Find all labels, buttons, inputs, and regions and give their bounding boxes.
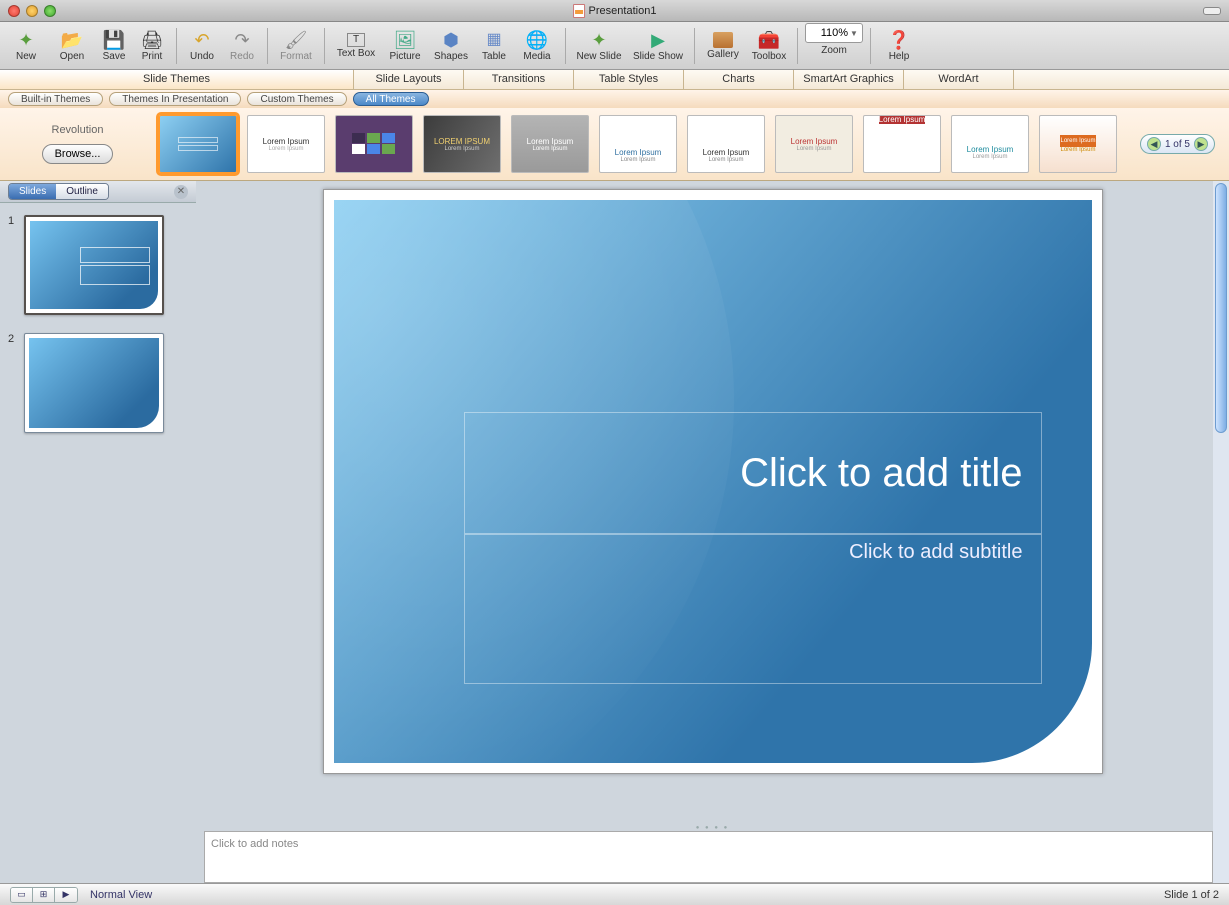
chevron-down-icon[interactable]: ▼: [848, 29, 860, 38]
zoom-window-button[interactable]: [44, 5, 56, 17]
slides-tab[interactable]: Slides: [9, 184, 56, 199]
shapes-button[interactable]: ⬢Shapes: [429, 24, 473, 68]
subtitle-placeholder[interactable]: Click to add subtitle: [464, 534, 1042, 684]
pager-next-icon[interactable]: ▶: [1194, 137, 1208, 151]
browse-button[interactable]: Browse...: [42, 144, 114, 164]
slideshow-view-button[interactable]: ▶: [55, 888, 77, 902]
slide-thumbnail-2[interactable]: 2: [8, 333, 188, 433]
tab-wordart[interactable]: WordArt: [904, 70, 1014, 89]
new-icon: ✦: [18, 30, 33, 50]
picture-button[interactable]: 🖼Picture: [383, 24, 427, 68]
sorter-view-button[interactable]: ⊞: [33, 888, 55, 902]
main-toolbar: ✦New 📂Open 💾Save 🖨Print ↶Undo ↷Redo 🖌For…: [0, 22, 1229, 70]
help-button[interactable]: ❓Help: [877, 24, 921, 68]
slide-panel: Slides Outline ✕ 1 2: [0, 181, 196, 883]
undo-button[interactable]: ↶Undo: [183, 24, 221, 68]
save-button[interactable]: 💾Save: [96, 24, 132, 68]
format-button[interactable]: 🖌Format: [274, 24, 318, 68]
zoom-input[interactable]: [808, 27, 848, 39]
subtab-custom[interactable]: Custom Themes: [247, 92, 346, 106]
toolbar-toggle-button[interactable]: [1203, 7, 1221, 15]
pager-prev-icon[interactable]: ◀: [1147, 137, 1161, 151]
normal-view-button[interactable]: ▭: [11, 888, 33, 902]
undo-icon: ↶: [194, 30, 209, 50]
redo-icon: ↷: [234, 30, 249, 50]
new-button[interactable]: ✦New: [4, 24, 48, 68]
slide-canvas: Click to add title Click to add subtitle: [323, 189, 1103, 774]
vertical-scrollbar[interactable]: [1213, 181, 1229, 883]
outline-tab[interactable]: Outline: [56, 184, 108, 199]
media-button[interactable]: 🌐Media: [515, 24, 559, 68]
picture-icon: 🖼: [394, 30, 417, 50]
titlebar: Presentation1: [0, 0, 1229, 22]
textbox-icon: T: [347, 33, 365, 47]
view-switcher: ▭ ⊞ ▶: [10, 887, 78, 903]
tab-smartart[interactable]: SmartArt Graphics: [794, 70, 904, 89]
close-panel-icon[interactable]: ✕: [174, 185, 188, 199]
theme-pager[interactable]: ◀ 1 of 5 ▶: [1140, 134, 1215, 154]
close-window-button[interactable]: [8, 5, 20, 17]
save-icon: 💾: [103, 30, 125, 50]
theme-gallery: Revolution Browse... Lorem IpsumLorem Ip…: [0, 108, 1229, 181]
tab-slide-themes[interactable]: Slide Themes: [0, 70, 354, 89]
table-icon: ▦: [486, 30, 501, 50]
view-mode-label: Normal View: [90, 889, 152, 901]
minimize-window-button[interactable]: [26, 5, 38, 17]
toolbox-button[interactable]: 🧰Toolbox: [747, 24, 791, 68]
theme-thumb-revolution[interactable]: [159, 115, 237, 173]
title-placeholder[interactable]: Click to add title: [464, 412, 1042, 534]
theme-thumb[interactable]: LOREM IPSUMLorem Ipsum: [423, 115, 501, 173]
subtab-all[interactable]: All Themes: [353, 92, 429, 106]
theme-thumb[interactable]: Lorem IpsumLorem Ipsum: [775, 115, 853, 173]
open-button[interactable]: 📂Open: [50, 24, 94, 68]
theme-thumb[interactable]: Lorem IpsumLorem Ipsum: [1039, 115, 1117, 173]
tab-transitions[interactable]: Transitions: [464, 70, 574, 89]
subtab-builtin[interactable]: Built-in Themes: [8, 92, 103, 106]
subtab-in-presentation[interactable]: Themes In Presentation: [109, 92, 241, 106]
window-title: Presentation1: [589, 5, 657, 17]
theme-thumb[interactable]: Lorem Ipsum: [863, 115, 941, 173]
theme-thumb[interactable]: Lorem IpsumLorem Ipsum: [511, 115, 589, 173]
table-button[interactable]: ▦Table: [475, 24, 513, 68]
print-button[interactable]: 🖨Print: [134, 24, 170, 68]
new-slide-button[interactable]: ✦New Slide: [572, 24, 626, 68]
theme-thumb[interactable]: Lorem IpsumLorem Ipsum: [599, 115, 677, 173]
zoom-label: Zoom: [821, 45, 847, 56]
current-theme-name: Revolution: [52, 124, 104, 136]
open-icon: 📂: [61, 30, 83, 50]
textbox-button[interactable]: TText Box: [331, 24, 381, 68]
theme-thumb[interactable]: Lorem IpsumLorem Ipsum: [247, 115, 325, 173]
slideshow-button[interactable]: ▶Slide Show: [628, 24, 688, 68]
zoom-control[interactable]: ▼: [805, 23, 863, 43]
help-icon: ❓: [888, 30, 910, 50]
shapes-icon: ⬢: [443, 30, 459, 50]
tab-slide-layouts[interactable]: Slide Layouts: [354, 70, 464, 89]
gallery-icon: [713, 32, 733, 48]
theme-thumb[interactable]: [335, 115, 413, 173]
print-icon: 🖨: [141, 30, 164, 50]
ribbon-tabs: Slide Themes Slide Layouts Transitions T…: [0, 70, 1229, 90]
slideshow-icon: ▶: [651, 30, 665, 50]
media-icon: 🌐: [526, 30, 548, 50]
window-controls: [0, 5, 56, 17]
theme-thumb[interactable]: Lorem IpsumLorem Ipsum: [687, 115, 765, 173]
status-bar: ▭ ⊞ ▶ Normal View Slide 1 of 2: [0, 883, 1229, 905]
new-slide-icon: ✦: [591, 30, 606, 50]
document-icon: [573, 4, 585, 18]
slide-canvas-area[interactable]: Click to add title Click to add subtitle: [196, 181, 1229, 825]
tab-table-styles[interactable]: Table Styles: [574, 70, 684, 89]
gallery-button[interactable]: Gallery: [701, 24, 745, 68]
pager-text: 1 of 5: [1165, 139, 1190, 150]
slide-thumbnail-1[interactable]: 1: [8, 215, 188, 315]
toolbox-icon: 🧰: [758, 30, 780, 50]
slide-counter: Slide 1 of 2: [1164, 889, 1219, 901]
theme-subtabs: Built-in Themes Themes In Presentation C…: [0, 90, 1229, 108]
theme-thumb[interactable]: Lorem IpsumLorem Ipsum: [951, 115, 1029, 173]
notes-pane[interactable]: Click to add notes: [204, 831, 1213, 883]
tab-charts[interactable]: Charts: [684, 70, 794, 89]
format-icon: 🖌: [285, 30, 308, 50]
redo-button[interactable]: ↷Redo: [223, 24, 261, 68]
